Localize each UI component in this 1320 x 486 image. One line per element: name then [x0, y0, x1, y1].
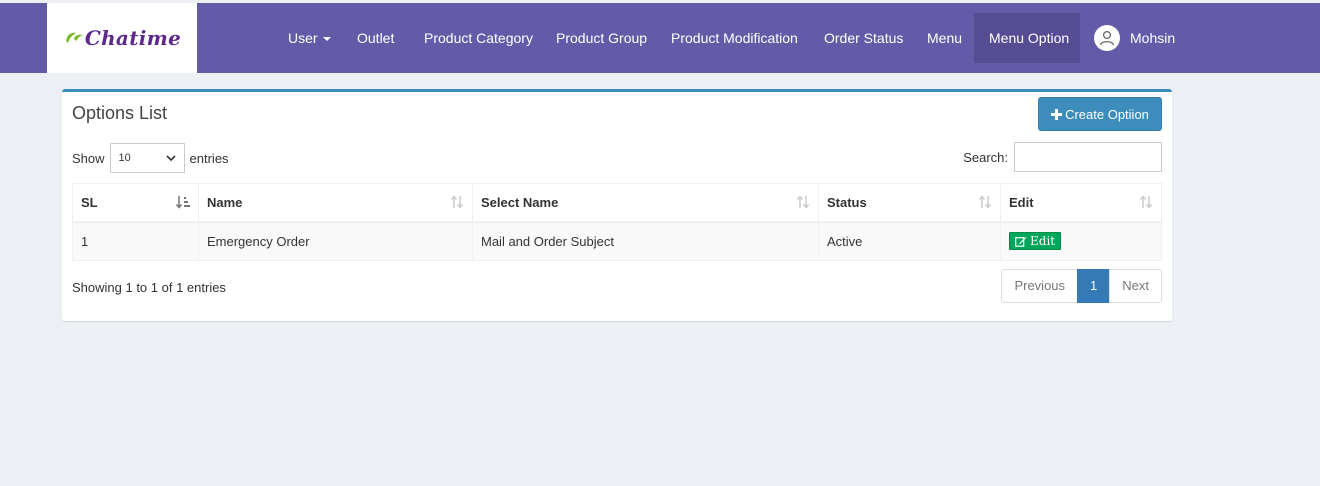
- column-header-sl-label: SL: [81, 194, 98, 210]
- nav-order-status[interactable]: Order Status: [809, 13, 918, 63]
- column-header-status[interactable]: Status: [818, 183, 1001, 223]
- entries-select[interactable]: 10: [109, 143, 185, 173]
- entries-select-value: 10: [118, 152, 131, 164]
- cell-status: Active: [818, 221, 1001, 261]
- column-header-name[interactable]: Name: [198, 183, 473, 223]
- nav-product-group-label: Product Group: [556, 30, 648, 46]
- search-input[interactable]: [1014, 142, 1162, 172]
- nav-product-category-label: Product Category: [424, 30, 533, 46]
- sort-both-icon: [978, 195, 992, 209]
- cell-select-name: Mail and Order Subject: [472, 221, 819, 261]
- cell-sl: 1: [72, 221, 199, 261]
- search-control: Search:: [963, 142, 1162, 172]
- nav-outlet[interactable]: Outlet: [342, 13, 409, 63]
- previous-page-button[interactable]: Previous: [1001, 269, 1079, 303]
- edit-button-label: Edit: [1030, 234, 1056, 249]
- next-page-button[interactable]: Next: [1109, 269, 1162, 303]
- cell-edit: Edit: [1000, 221, 1162, 261]
- page-1-button[interactable]: 1: [1077, 269, 1111, 303]
- options-list-panel: Options List Create Optiion Show 10 entr…: [62, 89, 1172, 321]
- chevron-down-icon: [165, 154, 176, 161]
- nav-user[interactable]: User: [273, 13, 346, 63]
- edit-button[interactable]: Edit: [1009, 232, 1062, 251]
- create-option-button[interactable]: Create Optiion: [1038, 97, 1162, 131]
- entries-label: entries: [189, 150, 229, 166]
- length-control: Show 10 entries: [72, 143, 229, 173]
- page-title: Options List: [72, 103, 168, 123]
- leaf-icon: [65, 32, 83, 43]
- nav-outlet-label: Outlet: [357, 30, 395, 46]
- sort-both-icon: [796, 195, 810, 209]
- top-navbar: Chatime User Outlet Product Category Pro…: [0, 3, 1320, 73]
- table-info: Showing 1 to 1 of 1 entries: [72, 280, 226, 295]
- column-header-select-name[interactable]: Select Name: [472, 183, 819, 223]
- sort-both-icon: [1139, 195, 1153, 209]
- column-header-edit-label: Edit: [1009, 194, 1034, 210]
- user-avatar-icon: [1094, 25, 1120, 51]
- nav-order-status-label: Order Status: [824, 30, 904, 46]
- edit-icon: [1015, 236, 1027, 247]
- nav-menu[interactable]: Menu: [912, 13, 977, 63]
- create-option-label: Create Optiion: [1065, 106, 1149, 122]
- user-menu[interactable]: Mohsin: [1094, 13, 1175, 63]
- column-header-sl[interactable]: SL: [72, 183, 199, 223]
- pagination: Previous 1 Next: [1001, 269, 1162, 303]
- nav-product-modification[interactable]: Product Modification: [656, 13, 813, 63]
- nav-menu-option[interactable]: Menu Option: [974, 13, 1080, 63]
- nav-menu-option-label: Menu Option: [989, 30, 1070, 46]
- sort-both-icon: [450, 195, 464, 209]
- sort-asc-icon: [176, 196, 190, 209]
- show-label: Show: [72, 150, 105, 166]
- column-header-select-name-label: Select Name: [481, 194, 559, 210]
- nav-menu-label: Menu: [927, 30, 963, 46]
- column-header-name-label: Name: [207, 194, 243, 210]
- nav-product-category[interactable]: Product Category: [409, 13, 548, 63]
- column-header-edit[interactable]: Edit: [1000, 183, 1162, 223]
- nav-user-label: User: [288, 30, 318, 46]
- table-header-row: SL Name Select Name Status Edit: [72, 183, 1162, 223]
- cell-name: Emergency Order: [198, 221, 473, 261]
- column-header-status-label: Status: [827, 194, 867, 210]
- brand-logo[interactable]: Chatime: [47, 3, 197, 73]
- plus-icon: [1051, 108, 1063, 120]
- caret-down-icon: [322, 37, 331, 42]
- options-table: SL Name Select Name Status Edit 1 Emerge…: [72, 183, 1162, 261]
- search-label: Search:: [963, 149, 1008, 165]
- nav-product-group[interactable]: Product Group: [541, 13, 662, 63]
- user-name: Mohsin: [1130, 30, 1176, 46]
- table-row: 1 Emergency Order Mail and Order Subject…: [72, 221, 1162, 261]
- nav-product-modification-label: Product Modification: [671, 30, 798, 46]
- brand-name: Chatime: [84, 26, 182, 50]
